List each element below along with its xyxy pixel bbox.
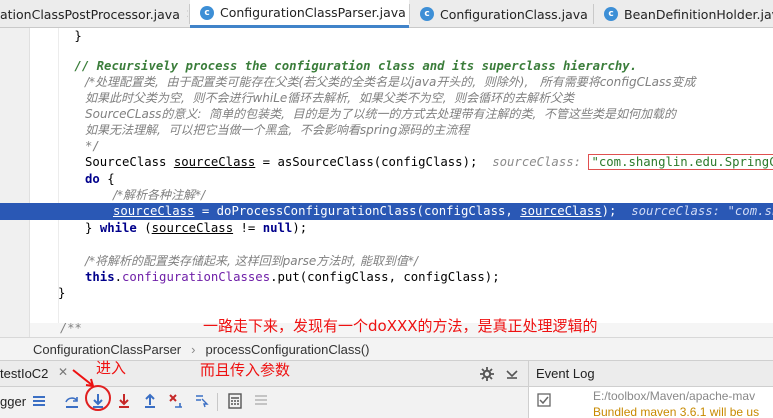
trace-button[interactable] <box>250 390 272 412</box>
annotation-arrow-icon <box>72 369 95 388</box>
show-execution-point-button[interactable] <box>28 390 50 412</box>
drop-frame-icon <box>169 394 182 408</box>
close-icon[interactable]: ✕ <box>58 365 68 379</box>
tab-label: ationClassPostProcessor.java <box>0 6 180 22</box>
code-line-highlighted: sourceClass = doProcessConfigurationClas… <box>113 203 773 219</box>
code-line-declaration: SourceClass sourceClass = asSourceClass(… <box>85 154 773 170</box>
event-log-panel: Event Log E:/toolbox/Maven/apache-mav Bu… <box>528 361 773 418</box>
annotation-note-enter: 进入 <box>96 359 127 377</box>
code-line-while: } while (sourceClass != null); <box>85 221 308 235</box>
code-editor[interactable]: } // Recursively process the configurati… <box>0 28 773 337</box>
tab-configurationclassparser[interactable]: c ConfigurationClassParser.java ✕ <box>190 0 409 28</box>
code-line-comment-en: // Recursively process the configuration… <box>74 59 638 73</box>
event-log-warning: Bundled maven 3.6.1 will be us <box>593 405 760 418</box>
code-line-comment-cn: /*处理配置类, 由于配置类可能存在父类(若父类的全类名是以java开头的, 则… <box>85 75 696 89</box>
breadcrumb-separator: › <box>191 341 196 357</box>
run-to-cursor-button[interactable] <box>191 390 213 412</box>
debug-session-tab[interactable]: testIoC2 <box>0 366 48 381</box>
current-execution-line[interactable]: sourceClass = doProcessConfigurationClas… <box>0 203 773 220</box>
java-class-icon: c <box>604 7 618 21</box>
gear-icon[interactable] <box>479 366 495 382</box>
code-line-comment-cn: 如果此时父类为空, 则不会进行whiLe循环去解析, 如果父类不为空, 则会循环… <box>85 91 575 105</box>
calculator-icon <box>228 393 242 409</box>
tab-label: BeanDefinitionHolder.java <box>624 6 773 22</box>
code-line-store-comment: /*将解析的配置类存储起来, 这样回到parse方法时, 能取到值*/ <box>85 254 418 268</box>
inline-value-box[interactable]: "com.shanglin.edu.SpringConfig <box>588 154 773 170</box>
code-line-comment-end: */ <box>85 139 100 153</box>
hide-panel-icon[interactable] <box>505 367 519 381</box>
checkbox-icon[interactable] <box>537 393 551 407</box>
code-line-comment-cn: 如果无法理解, 可以把它当做一个黑盒, 不会影响看spring源码的主流程 <box>85 123 470 137</box>
code-line-comment-cn: SourceCLass的意义: 简单的包装类, 目的是为了以统一的方式去处理带有… <box>85 107 676 121</box>
java-class-icon: c <box>200 5 214 20</box>
code-line: } <box>74 29 82 43</box>
step-over-button[interactable] <box>61 390 83 412</box>
line-gutter[interactable] <box>0 28 30 337</box>
force-step-into-button[interactable] <box>113 390 135 412</box>
inline-debug-hint: sourceClass: <box>492 155 589 169</box>
list-icon <box>33 396 45 406</box>
inline-debug-hint: sourceClass: "com.shangli <box>631 204 773 218</box>
annotation-note-param: 而且传入参数 <box>200 361 291 379</box>
force-step-into-icon <box>119 394 129 408</box>
code-line-inner-comment: /*解析各种注解*/ <box>113 188 206 202</box>
event-log-title[interactable]: Event Log <box>529 361 773 387</box>
run-to-cursor-icon <box>196 395 209 408</box>
code-line-put: this.configurationClasses.put(configClas… <box>85 270 500 284</box>
tab-label: ConfigurationClassParser.java <box>220 5 406 20</box>
step-out-button[interactable] <box>139 390 161 412</box>
annotation-note-main: 一路走下来，发现有一个doXXX的方法，是真正处理逻辑的 <box>203 317 598 335</box>
breadcrumb-class[interactable]: ConfigurationClassParser <box>33 342 181 357</box>
evaluate-expression-button[interactable] <box>224 390 246 412</box>
tab-beandefinitionholder[interactable]: c BeanDefinitionHolder.java <box>594 0 773 28</box>
step-over-icon <box>65 397 78 408</box>
drop-frame-button[interactable] <box>165 390 187 412</box>
code-line-do: do { <box>85 172 115 186</box>
step-out-icon <box>145 393 155 408</box>
tab-label: ConfigurationClass.java <box>440 6 588 22</box>
toolbar-divider <box>217 393 218 411</box>
event-log-line: E:/toolbox/Maven/apache-mav <box>593 389 756 403</box>
debugger-tab-label[interactable]: gger <box>0 394 26 409</box>
tab-configurationclasspostprocessor[interactable]: ationClassPostProcessor.java ✕ <box>0 0 188 28</box>
breadcrumb-method[interactable]: processConfigurationClass() <box>205 342 369 357</box>
code-line-method-close: } <box>58 286 66 300</box>
editor-tab-bar: ationClassPostProcessor.java ✕ c Configu… <box>0 0 773 28</box>
java-class-icon: c <box>420 7 434 21</box>
tab-configurationclass[interactable]: c ConfigurationClass.java ✕ <box>410 0 593 28</box>
close-icon[interactable]: ✕ <box>186 7 188 21</box>
trace-icon <box>255 395 267 405</box>
